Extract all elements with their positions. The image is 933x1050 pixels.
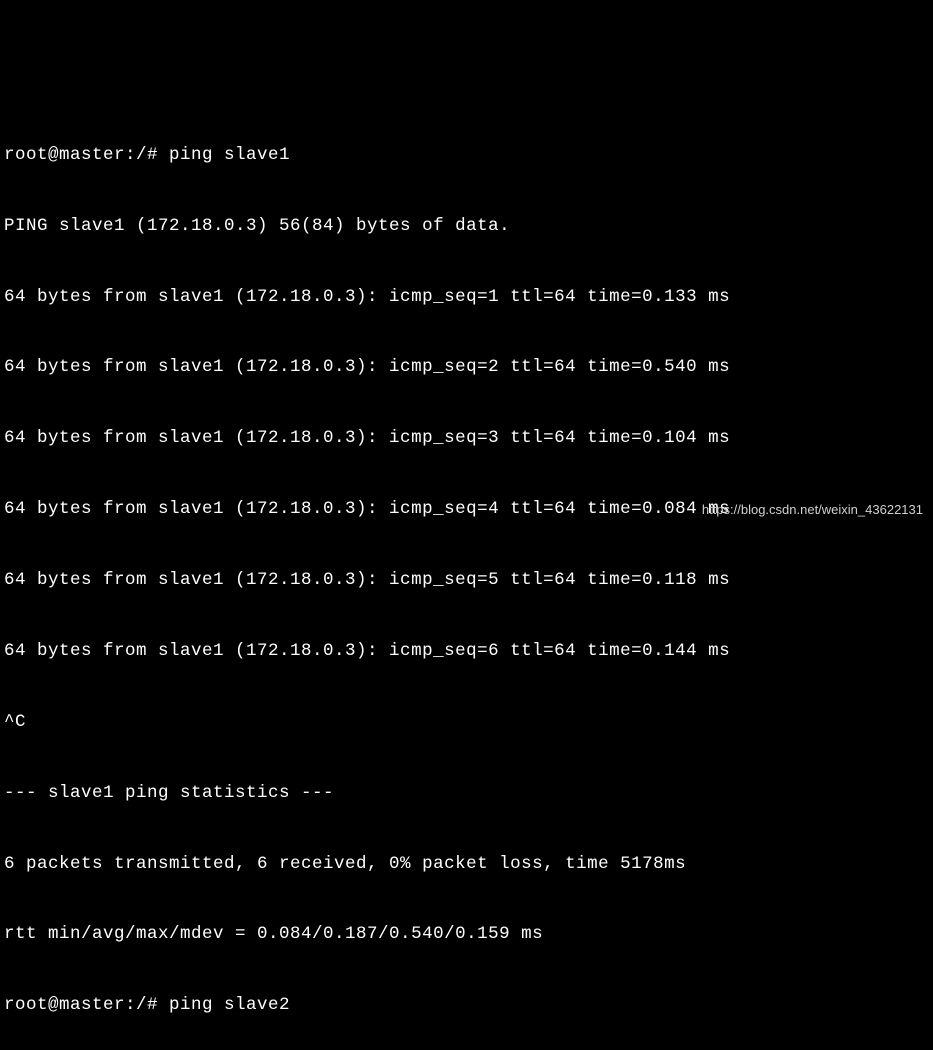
terminal-line: PING slave1 (172.18.0.3) 56(84) bytes of…: [4, 215, 929, 239]
terminal-line: root@master:/# ping slave2: [4, 994, 929, 1018]
terminal-line: ^C: [4, 711, 929, 735]
terminal-line: rtt min/avg/max/mdev = 0.084/0.187/0.540…: [4, 923, 929, 947]
terminal-line: 64 bytes from slave1 (172.18.0.3): icmp_…: [4, 640, 929, 664]
terminal-line: --- slave1 ping statistics ---: [4, 782, 929, 806]
terminal-line: 6 packets transmitted, 6 received, 0% pa…: [4, 853, 929, 877]
terminal-line: 64 bytes from slave1 (172.18.0.3): icmp_…: [4, 569, 929, 593]
terminal-line: 64 bytes from slave1 (172.18.0.3): icmp_…: [4, 356, 929, 380]
terminal-line: root@master:/# ping slave1: [4, 144, 929, 168]
watermark-text: https://blog.csdn.net/weixin_43622131: [702, 501, 923, 519]
terminal-line: 64 bytes from slave1 (172.18.0.3): icmp_…: [4, 286, 929, 310]
terminal-line: 64 bytes from slave1 (172.18.0.3): icmp_…: [4, 427, 929, 451]
terminal-output[interactable]: root@master:/# ping slave1 PING slave1 (…: [4, 97, 929, 1050]
